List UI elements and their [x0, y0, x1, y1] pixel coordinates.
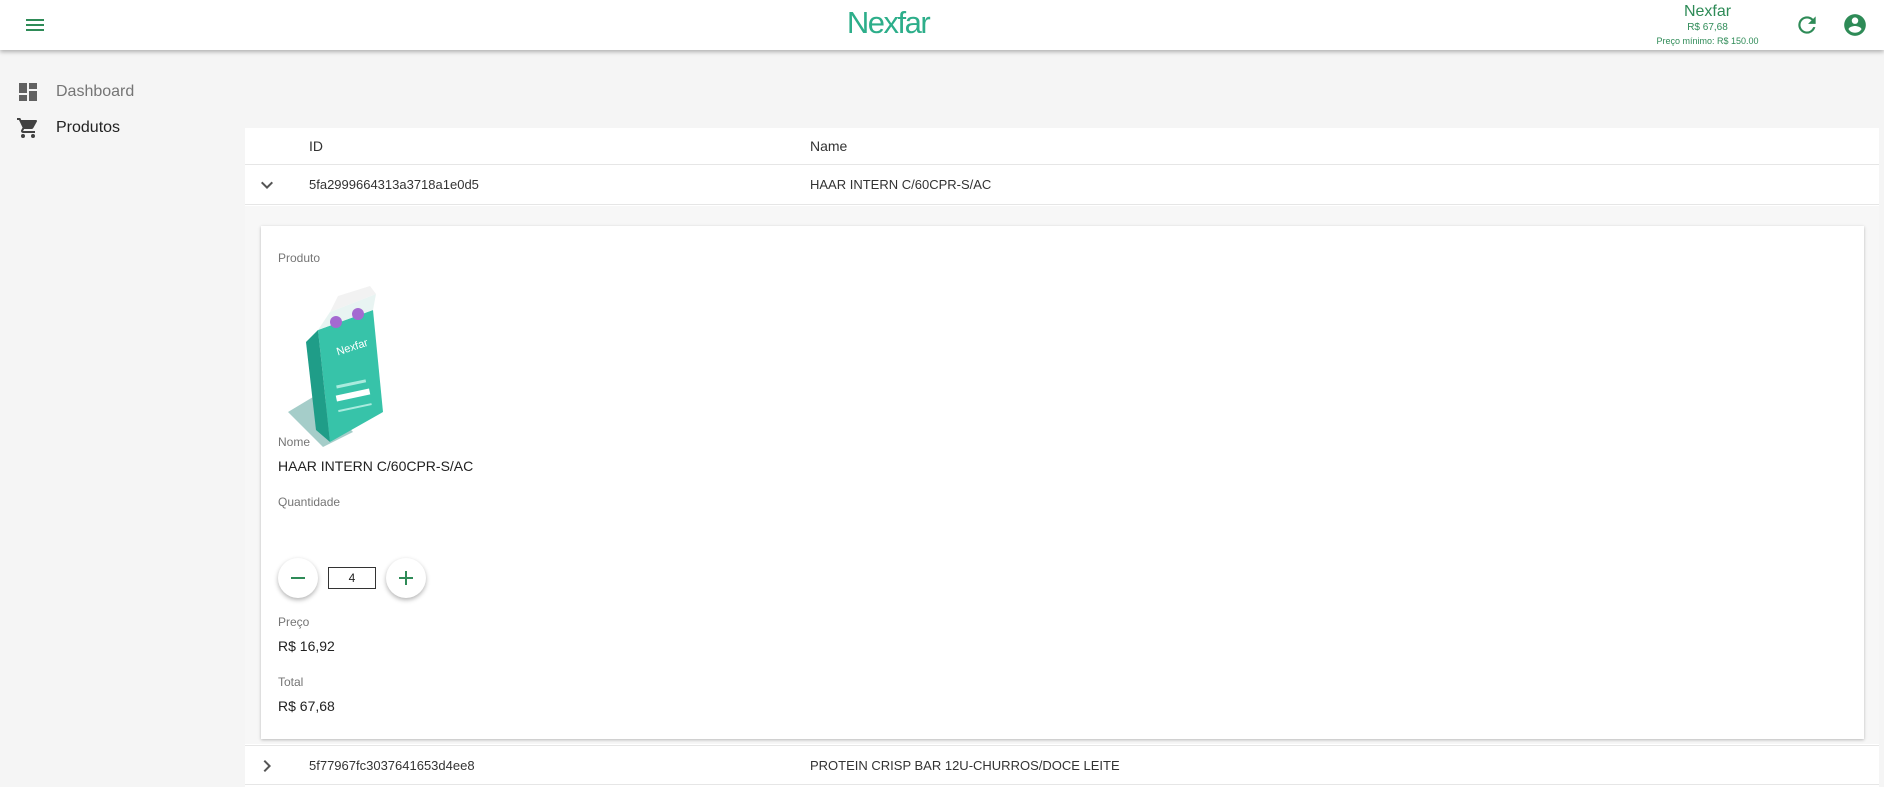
column-header-name[interactable]: Name	[810, 138, 847, 154]
shopping-cart-icon	[16, 116, 40, 140]
row-name: PROTEIN CRISP BAR 12U-CHURROS/DOCE LEITE	[810, 758, 1120, 773]
table-row[interactable]: 5fa2999664313a3718a1e0d5 HAAR INTERN C/6…	[245, 165, 1879, 205]
logo-text: Nexfar	[846, 5, 931, 40]
product-detail-card: Produto Nexfar Nome HAAR INTERN C/60CPR-…	[261, 226, 1864, 739]
product-label: Produto	[278, 251, 321, 265]
app-bar: Nexfar Nexfar R$ 67,68 Preço mínimo: R$ …	[0, 0, 1884, 50]
account-balance: R$ 67,68	[1687, 22, 1728, 33]
sidebar: Dashboard Produtos	[0, 74, 240, 146]
sidebar-item-label: Produtos	[56, 119, 121, 136]
account-circle-icon[interactable]	[1842, 12, 1868, 38]
product-name: HAAR INTERN C/60CPR-S/AC	[278, 458, 474, 474]
decrease-quantity-button[interactable]	[278, 558, 318, 598]
account-name: Nexfar	[1683, 3, 1732, 20]
row-id: 5f77967fc3037641653d4ee8	[309, 758, 475, 773]
row-name: HAAR INTERN C/60CPR-S/AC	[810, 177, 992, 192]
sidebar-item-dashboard[interactable]: Dashboard	[0, 74, 240, 110]
quantity-input[interactable]	[328, 567, 376, 589]
total-value: R$ 67,68	[278, 698, 335, 714]
price-value: R$ 16,92	[278, 638, 335, 654]
table-header: ID Name	[245, 128, 1879, 165]
dashboard-icon	[16, 80, 40, 104]
table-row[interactable]: 5f77967fc3037641653d4ee8 PROTEIN CRISP B…	[245, 745, 1879, 785]
minimum-price: Preço mínimo: R$ 150.00	[1656, 36, 1759, 46]
plus-icon	[399, 571, 413, 585]
menu-icon[interactable]	[22, 13, 48, 37]
column-header-id[interactable]: ID	[309, 138, 323, 154]
total-label: Total	[278, 675, 304, 689]
product-image: Nexfar	[278, 282, 403, 452]
account-summary: Nexfar R$ 67,68 Preço mínimo: R$ 150.00	[1640, 3, 1775, 47]
minus-icon	[291, 577, 305, 579]
quantity-label: Quantidade	[278, 495, 341, 509]
price-label: Preço	[278, 615, 310, 629]
name-label: Nome	[278, 435, 311, 449]
row-id: 5fa2999664313a3718a1e0d5	[309, 177, 479, 192]
brand-logo[interactable]: Nexfar	[836, 2, 940, 44]
sidebar-item-produtos[interactable]: Produtos	[0, 110, 240, 146]
refresh-icon[interactable]	[1794, 12, 1820, 38]
chevron-right-icon[interactable]	[255, 754, 279, 778]
sidebar-item-label: Dashboard	[56, 83, 135, 100]
chevron-down-icon[interactable]	[255, 173, 279, 197]
increase-quantity-button[interactable]	[386, 558, 426, 598]
